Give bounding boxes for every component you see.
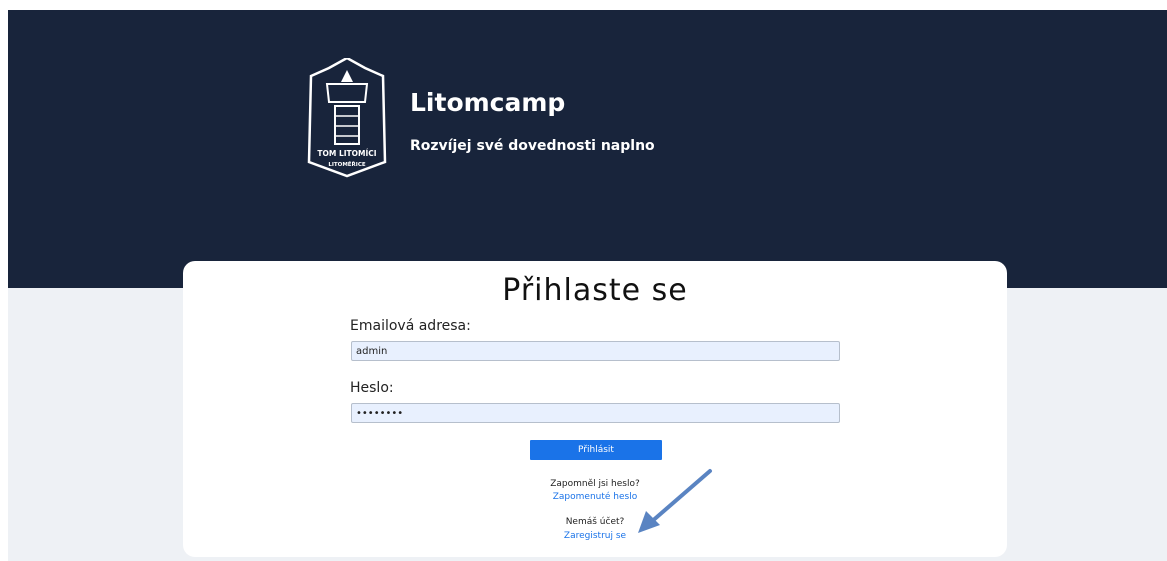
register-link[interactable]: Zaregistruj se [564,531,626,541]
brand-subtitle: Rozvíjej své dovednosti naplno [410,138,655,154]
password-field[interactable] [351,403,840,423]
page: TOM LITOMÍCI LITOMĚŘICE Litomcamp Rozvíj… [8,10,1167,561]
email-label: Emailová adresa: [350,318,471,334]
password-label: Heslo: [350,380,394,396]
forgot-link-wrap: Zapomenuté heslo [183,492,1007,502]
login-card: Přihlaste se Emailová adresa: Heslo: Při… [183,261,1007,557]
arrow-icon [638,469,712,533]
register-prompt: Nemáš účet? [565,517,625,527]
login-title: Přihlaste se [502,273,688,308]
email-field[interactable] [351,341,840,361]
forgot-password-link[interactable]: Zapomenuté heslo [553,492,637,502]
register-link-wrap: Zaregistruj se [183,531,1007,541]
logo-text-line1: TOM LITOMÍCI [317,149,376,158]
tom-litomici-logo: TOM LITOMÍCI LITOMĚŘICE [307,58,387,178]
logo-text-line2: LITOMĚŘICE [328,160,366,168]
brand-title: Litomcamp [410,88,566,117]
hero-banner: TOM LITOMÍCI LITOMĚŘICE Litomcamp Rozvíj… [8,10,1167,288]
forgot-prompt: Zapomněl jsi heslo? [550,479,640,489]
login-button[interactable]: Přihlásit [530,440,662,460]
